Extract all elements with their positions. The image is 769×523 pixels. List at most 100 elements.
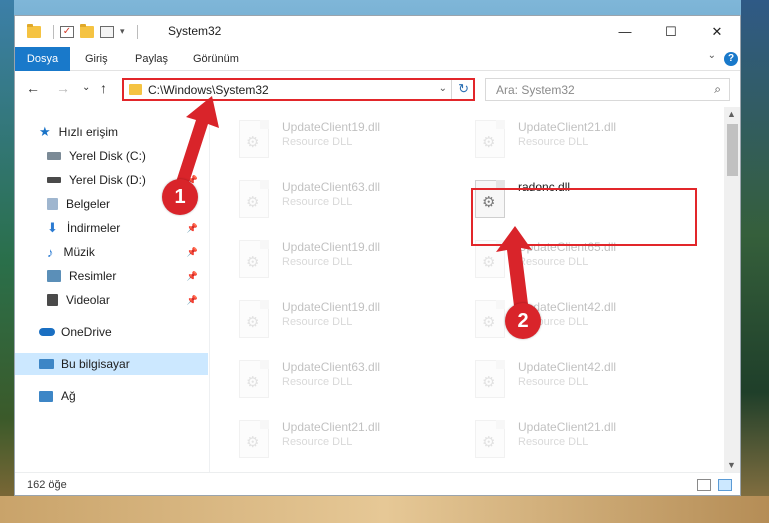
tab-home[interactable]: Giriş	[85, 47, 108, 71]
file-name: UpdateClient21.dll	[518, 120, 617, 134]
file-type: Resource DLL	[518, 256, 589, 268]
file-item[interactable]: ⚙ UpdateClient42.dll Resource DLL	[447, 294, 667, 344]
dll-file-icon: ⚙	[239, 300, 269, 338]
ribbon-tabs: Dosya Giriş Paylaş Görünüm ⌄ ?	[15, 47, 740, 97]
vertical-scrollbar[interactable]: ▲ ▼	[724, 107, 740, 472]
customize-toolbar-icon[interactable]	[100, 25, 114, 38]
folder-icon	[129, 84, 142, 95]
refresh-icon[interactable]: ↻	[458, 81, 469, 97]
file-item[interactable]: ⚙ UpdateClient42.dll Resource DLL	[447, 354, 667, 404]
address-dropdown-icon[interactable]: ⌄	[439, 83, 447, 94]
scroll-down-icon[interactable]: ▼	[727, 460, 736, 470]
pin-icon[interactable]: 📌	[187, 151, 198, 162]
forward-arrow-icon[interactable]: →	[56, 80, 70, 96]
file-name: UpdateClient19.dll	[282, 240, 381, 254]
file-name: UpdateClient42.dll	[518, 360, 617, 374]
sidebar-item-local-disk-c[interactable]: Yerel Disk (C:) 📌	[15, 145, 208, 167]
new-folder-icon[interactable]	[80, 23, 94, 38]
sidebar-item-pictures[interactable]: Resimler 📌	[15, 265, 208, 287]
search-input[interactable]: Ara: System32	[496, 83, 575, 97]
gear-icon: ⚙	[246, 134, 260, 151]
sidebar-item-label: OneDrive	[61, 325, 112, 339]
search-box[interactable]: Ara: System32 ⌕	[485, 78, 730, 101]
file-type: Resource DLL	[282, 196, 353, 208]
pictures-icon	[47, 270, 61, 282]
file-item[interactable]: ⚙ UpdateClient19.dll Resource DLL	[211, 114, 431, 164]
network-icon	[39, 390, 53, 402]
file-item[interactable]: ⚙ UpdateClient19.dll Resource DLL	[211, 294, 431, 344]
address-bar[interactable]: C:\Windows\System32 ⌄ ↻	[122, 78, 475, 101]
gear-icon: ⚙	[482, 314, 496, 331]
scroll-thumb[interactable]	[727, 124, 738, 176]
file-name: UpdateClient21.dll	[282, 420, 381, 434]
sidebar-item-music[interactable]: ♪ Müzik 📌	[15, 241, 208, 263]
sidebar-item-network[interactable]: Ağ	[15, 385, 208, 407]
gear-icon: ⚙	[246, 374, 260, 391]
file-item[interactable]: ⚙ UpdateClient63.dll Resource DLL	[211, 174, 431, 224]
dll-file-icon: ⚙	[239, 420, 269, 458]
gear-icon: ⚙	[482, 134, 496, 151]
minimize-button[interactable]: —	[602, 16, 648, 47]
title-separator	[136, 24, 138, 39]
up-arrow-icon[interactable]: ↑	[100, 80, 107, 96]
file-type: Resource DLL	[282, 316, 353, 328]
file-type: Resource DLL	[518, 436, 589, 448]
large-icons-view-icon[interactable]	[718, 479, 732, 491]
sidebar-item-videos[interactable]: Videolar 📌	[15, 289, 208, 311]
sidebar-item-label: İndirmeler	[66, 221, 121, 235]
sidebar-item-this-pc[interactable]: Bu bilgisayar	[15, 353, 208, 375]
download-icon: ⬇	[47, 220, 58, 235]
gear-icon: ⚙	[482, 374, 496, 391]
dll-file-icon: ⚙	[239, 180, 269, 218]
step-marker-1: 1	[162, 179, 198, 215]
back-arrow-icon[interactable]: ←	[26, 80, 40, 96]
ribbon-collapse-icon[interactable]: ⌄	[708, 50, 716, 61]
gear-icon: ⚙	[482, 254, 496, 271]
help-icon[interactable]: ?	[724, 52, 738, 66]
gear-icon: ⚙	[482, 434, 496, 451]
tab-view[interactable]: Görünüm	[193, 47, 239, 71]
pin-icon[interactable]: 📌	[187, 247, 198, 258]
properties-check-icon[interactable]: ✓	[60, 25, 74, 38]
file-item[interactable]: ⚙ UpdateClient19.dll Resource DLL	[211, 234, 431, 284]
dll-file-icon: ⚙	[475, 120, 505, 158]
sidebar-item-label: Resimler	[69, 269, 117, 283]
details-view-icon[interactable]	[697, 479, 711, 491]
navigation-pane: ★ Hızlı erişim Yerel Disk (C:) 📌 Yerel D…	[15, 107, 210, 472]
dll-file-icon: ⚙	[239, 360, 269, 398]
pin-icon[interactable]: 📌	[187, 295, 198, 306]
address-path[interactable]: C:\Windows\System32	[148, 83, 269, 97]
maximize-button[interactable]: ☐	[648, 16, 694, 47]
tab-share[interactable]: Paylaş	[135, 47, 168, 71]
sidebar-item-quick-access[interactable]: ★ Hızlı erişim	[15, 121, 208, 143]
file-type: Resource DLL	[518, 136, 589, 148]
file-item[interactable]: ⚙ UpdateClient21.dll Resource DLL	[447, 114, 667, 164]
sidebar-item-downloads[interactable]: ⬇ İndirmeler 📌	[15, 217, 208, 239]
close-button[interactable]: ✕	[694, 16, 740, 47]
step-marker-2: 2	[505, 303, 541, 339]
quick-access-toolbar: ✓ ▾	[27, 23, 144, 40]
minimize-icon: —	[618, 24, 632, 39]
search-icon[interactable]: ⌕	[714, 82, 721, 97]
file-name: UpdateClient63.dll	[282, 360, 381, 374]
dll-file-icon: ⚙	[239, 120, 269, 158]
recent-locations-icon[interactable]: ⌄	[82, 82, 90, 93]
sidebar-item-label: Müzik	[63, 245, 95, 259]
scroll-up-icon[interactable]: ▲	[727, 109, 736, 119]
toolbar-dropdown-icon[interactable]: ▾	[120, 26, 125, 37]
file-name: UpdateClient21.dll	[518, 420, 617, 434]
file-item[interactable]: ⚙ UpdateClient21.dll Resource DLL	[211, 414, 431, 464]
file-type: Resource DLL	[282, 436, 353, 448]
dll-file-icon: ⚙	[475, 360, 505, 398]
file-item[interactable]: ⚙ UpdateClient21.dll Resource DLL	[447, 414, 667, 464]
music-icon: ♪	[47, 244, 54, 260]
pin-icon[interactable]: 📌	[187, 271, 198, 282]
pin-icon[interactable]: 📌	[187, 223, 198, 234]
dll-file-icon: ⚙	[475, 420, 505, 458]
file-name: UpdateClient19.dll	[282, 300, 381, 314]
drive-icon	[47, 152, 61, 160]
gear-icon: ⚙	[246, 314, 260, 331]
sidebar-item-onedrive[interactable]: OneDrive	[15, 321, 208, 343]
file-item[interactable]: ⚙ UpdateClient63.dll Resource DLL	[211, 354, 431, 404]
file-type: Resource DLL	[518, 376, 589, 388]
